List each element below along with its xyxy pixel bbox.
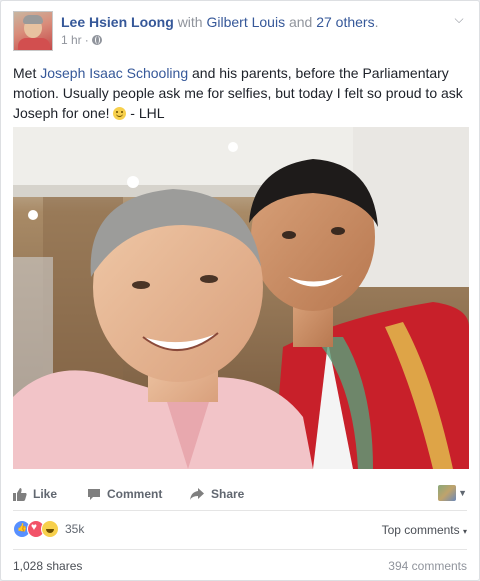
page-thumbnail-icon	[438, 485, 457, 501]
chevron-down-icon: ▾	[462, 527, 467, 536]
message-text-start: Met	[13, 65, 41, 81]
meta-separator: ·	[84, 33, 89, 47]
post-photo[interactable]	[13, 127, 469, 469]
divider	[13, 510, 467, 511]
others-link[interactable]: 27 others	[316, 14, 374, 30]
share-label: Share	[211, 487, 245, 501]
audience-selector[interactable]: ▼	[438, 485, 467, 501]
share-button[interactable]: Share	[189, 481, 244, 507]
period-text: .	[374, 14, 379, 30]
chevron-down-icon[interactable]: ⌵	[451, 13, 467, 25]
reactions-summary[interactable]: 35k	[13, 520, 84, 538]
timestamp-link[interactable]: 1 hr	[61, 33, 82, 47]
author-name-link[interactable]: Lee Hsien Loong	[61, 14, 174, 30]
comment-button[interactable]: Comment	[87, 481, 162, 507]
selfie-photo-icon	[13, 127, 469, 469]
post-card: Lee Hsien Loong with Gilbert Louis and 2…	[0, 0, 480, 581]
message-signoff: - LHL	[126, 105, 165, 121]
post-actions-bar: Like Comment Share ▼	[13, 481, 469, 507]
share-arrow-icon	[190, 488, 204, 500]
like-button[interactable]: Like	[13, 481, 57, 507]
top-comments-label: Top comments	[381, 523, 460, 537]
author-avatar[interactable]	[13, 11, 53, 51]
like-label: Like	[33, 487, 58, 501]
haha-reaction-icon	[41, 520, 59, 538]
post-header: Lee Hsien Loong with Gilbert Louis and 2…	[13, 11, 467, 53]
comments-count-link[interactable]: 394 comments	[388, 559, 467, 573]
top-comments-dropdown[interactable]: Top comments ▾	[382, 523, 467, 537]
reactions-count: 35k	[65, 522, 85, 536]
comment-label: Comment	[107, 487, 163, 501]
divider	[13, 549, 467, 550]
with-text: with	[177, 14, 203, 30]
chevron-down-icon: ▼	[458, 488, 467, 498]
post-message: Met Joseph Isaac Schooling and his paren…	[13, 63, 465, 123]
thumbs-up-icon	[13, 488, 27, 501]
tagged-person-link[interactable]: Gilbert Louis	[206, 14, 285, 30]
mention-link[interactable]: Joseph Isaac Schooling	[40, 65, 188, 81]
globe-icon[interactable]	[91, 35, 102, 45]
smiley-icon	[113, 107, 127, 120]
shares-count-link[interactable]: 1,028 shares	[13, 559, 82, 573]
comment-bubble-icon	[88, 489, 100, 500]
and-text: and	[288, 14, 313, 30]
post-meta: 1 hr ·	[61, 33, 102, 47]
post-title-line: Lee Hsien Loong with Gilbert Louis and 2…	[61, 14, 378, 30]
